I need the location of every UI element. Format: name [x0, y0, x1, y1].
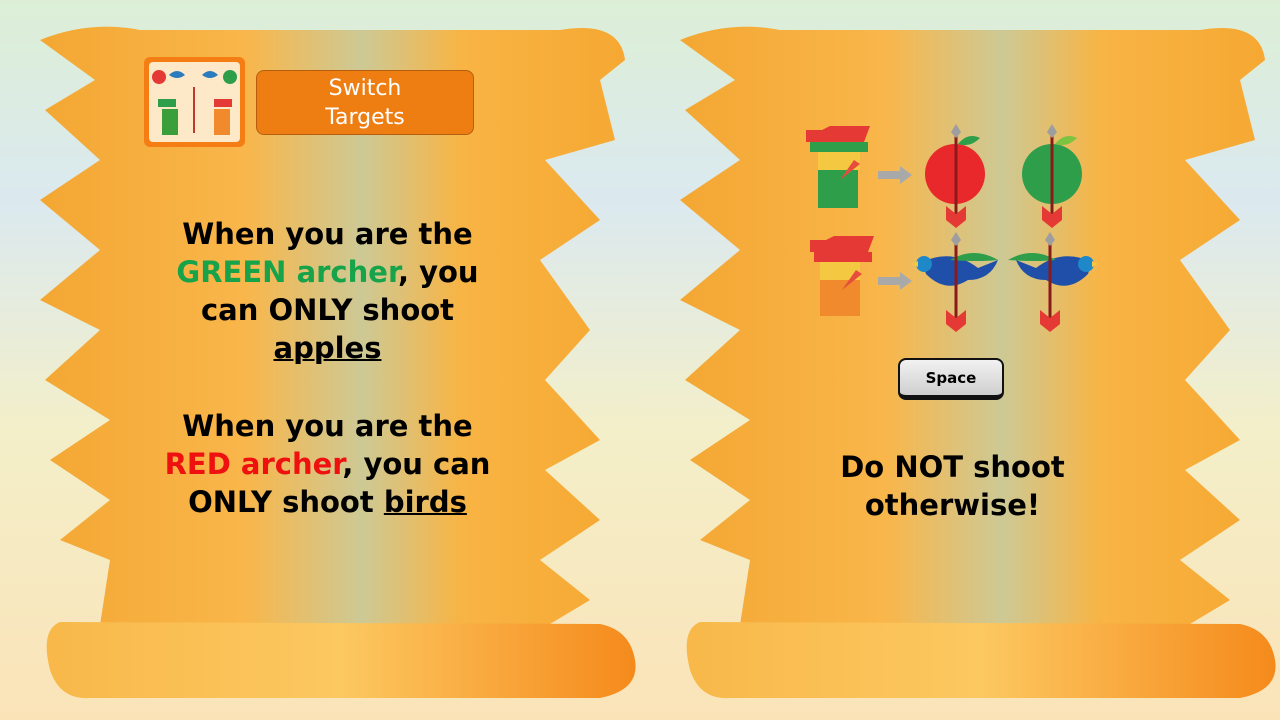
red-archer-word: archer — [240, 447, 343, 481]
archer-target-illustrations — [806, 124, 1098, 332]
green-archer-word: archer — [296, 255, 398, 289]
red-archer-icon — [810, 236, 874, 316]
gray-arrow-icon — [878, 166, 912, 184]
green-target-word: apples — [273, 331, 382, 365]
green-archer-icon — [806, 126, 870, 208]
red-rule-line3: ONLY shoot birds — [140, 483, 515, 521]
green-color-word: GREEN — [176, 255, 287, 289]
gray-arrow-icon — [878, 272, 912, 290]
green-rule-text: When you are the GREEN archer, you can O… — [140, 215, 515, 367]
switch-button-line1: Switch — [328, 75, 402, 101]
warning-text: Do NOT shoot otherwise! — [780, 448, 1125, 524]
red-line3-head: ONLY shoot — [188, 485, 384, 519]
red-rule-line2: RED archer, you can — [140, 445, 515, 483]
switch-button-line2: Targets — [325, 104, 405, 130]
green-rule-line2: GREEN archer, you — [140, 253, 515, 291]
switch-targets-button[interactable]: Switch Targets — [256, 70, 474, 135]
green-line2-tail: , you — [397, 255, 479, 289]
blue-bird-icon — [1008, 232, 1098, 332]
red-apple-icon — [925, 124, 985, 228]
warning-line2: otherwise! — [864, 488, 1041, 522]
warning-line1: Do NOT shoot — [840, 450, 1065, 484]
green-apple-icon — [1022, 124, 1082, 228]
red-line2-tail: , you can — [342, 447, 491, 481]
red-rule-line1: When you are the — [182, 409, 473, 443]
red-color-word: RED — [164, 447, 231, 481]
green-rule-line1: When you are the — [182, 217, 473, 251]
space-key-button[interactable]: Space — [898, 358, 1004, 400]
green-rule-line3: can ONLY shoot — [200, 293, 455, 327]
blue-bird-icon — [912, 232, 998, 332]
game-thumbnail-icon[interactable] — [144, 57, 245, 147]
red-target-word: birds — [383, 485, 467, 519]
space-key-label: Space — [925, 368, 977, 387]
red-rule-text: When you are the RED archer, you can ONL… — [140, 407, 515, 521]
